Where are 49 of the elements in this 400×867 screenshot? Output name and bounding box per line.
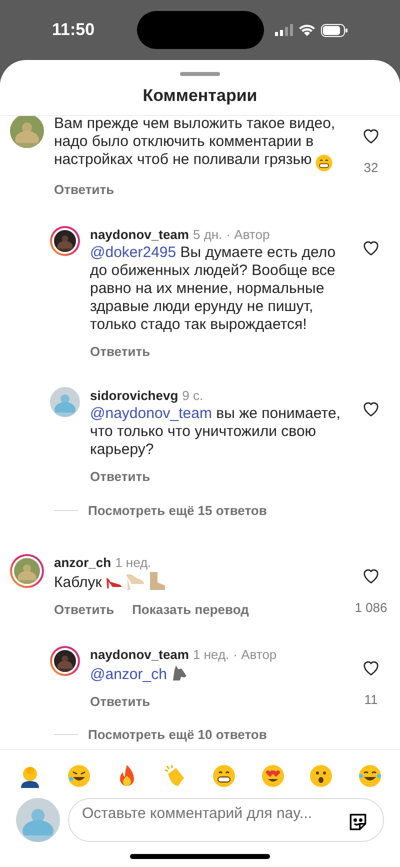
view-more-replies[interactable]: Посмотреть ещё 10 ответов [88, 725, 267, 745]
sandal-icon [126, 572, 144, 590]
avatar[interactable] [50, 646, 80, 676]
battery-icon [321, 24, 348, 36]
wow-emoji-icon [309, 764, 334, 788]
like-count: 11 [364, 690, 378, 709]
comment-text: Каблук [54, 574, 165, 592]
comment-time: 1 нед. [115, 554, 152, 572]
comment-text: @anzor_ch [90, 666, 188, 683]
like-count: 1 086 [354, 599, 388, 618]
comment-input[interactable]: Оставьте комментарий для nay... [82, 803, 347, 826]
hearteyes-emoji-icon [260, 764, 285, 788]
reaction-button[interactable] [309, 764, 334, 788]
username[interactable]: naydonov_team [90, 646, 189, 663]
reply-link[interactable]: Ответить [54, 180, 114, 200]
comment-time: 9 с. [182, 387, 204, 404]
grin-emoji-icon [314, 154, 333, 172]
author-label: · Автор [233, 646, 277, 663]
signal-icon [275, 24, 293, 36]
translate-link[interactable]: Показать перевод [132, 600, 249, 620]
reply-link[interactable]: Ответить [90, 342, 150, 362]
comment-text: Вам прежде чем выложить такое видео, надо было отключить комментарии в настройках чтоб не поливали грязью [54, 116, 336, 168]
reaction-button[interactable] [358, 764, 382, 788]
like-count: 32 [364, 159, 378, 177]
status-time: 11:50 [52, 19, 95, 42]
comment-time: 1 нед. [192, 646, 230, 663]
comment-time: 5 дн. [192, 226, 222, 243]
comment-text: @doker2495 Вы думаете есть дело до обиженных людей? Вообще все равно на их мнение, нормальные здравые люди ерунду не пишут, только стадо так вырождается! [90, 244, 336, 333]
sticker-icon[interactable] [347, 811, 369, 833]
comment-field[interactable]: Оставьте комментарий для nay... [68, 798, 384, 842]
avatar[interactable] [50, 226, 80, 256]
comment-text: @naydonov_team вы же понимаете, что только что уничтожили свою карьеру? [90, 405, 340, 458]
sheet-title: Комментарии [142, 84, 258, 107]
view-more-replies[interactable]: Посмотреть ещё 15 ответов [88, 500, 267, 520]
reply-link[interactable]: Ответить [90, 467, 150, 487]
rofl-emoji-icon [66, 764, 91, 788]
username[interactable]: anzor_ch [54, 554, 112, 572]
wifi-icon [299, 24, 315, 36]
reaction-button[interactable] [66, 764, 91, 788]
drag-handle[interactable] [180, 72, 220, 76]
author-label: · Автор [226, 226, 270, 243]
username[interactable]: naydonov_team [90, 226, 189, 243]
grin-emoji-icon [212, 764, 236, 788]
reply-link[interactable]: Ответить [90, 692, 150, 712]
reply-link[interactable]: Ответить [54, 600, 114, 620]
reaction-button[interactable] [212, 764, 236, 788]
joy-emoji-icon [358, 764, 382, 788]
reaction-button[interactable] [260, 764, 285, 788]
username[interactable]: sidorovichevg [90, 387, 178, 404]
